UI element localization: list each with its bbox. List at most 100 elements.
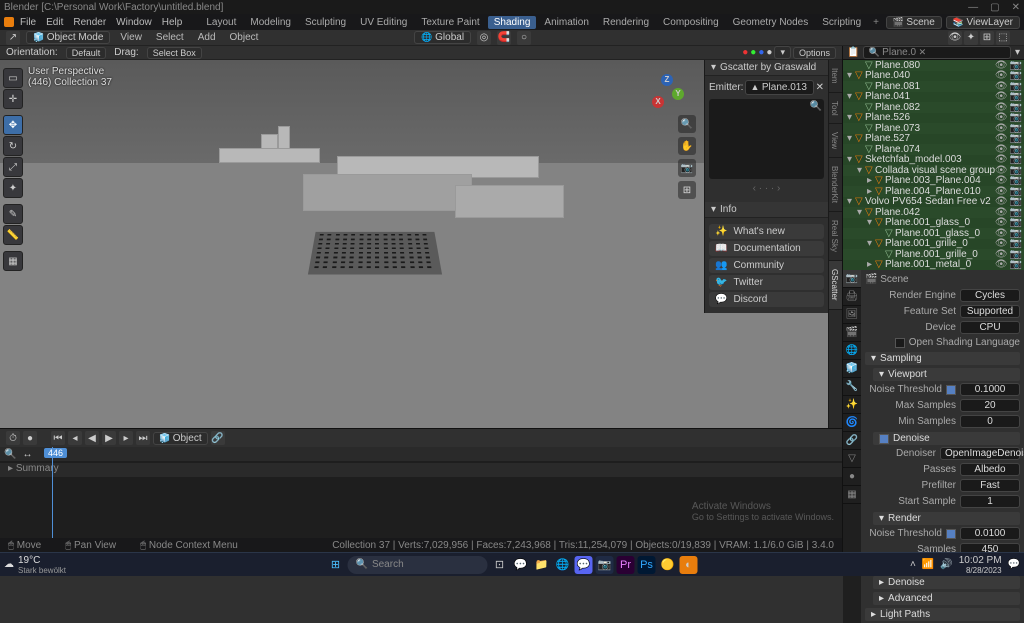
r-noise[interactable]: 0.0100 (960, 527, 1020, 540)
outliner-row[interactable]: ▽Plane.073👁📷 (843, 123, 1024, 134)
link-whatsnew[interactable]: ✨What's new (709, 224, 824, 239)
measure-tool[interactable]: 📏 (3, 225, 23, 245)
menu-select[interactable]: Select (152, 32, 188, 43)
3d-viewport[interactable]: ▭ ✛ ✥ ↻ ⤢ ✦ ✎ 📏 ▦ User Perspective (446)… (0, 60, 842, 428)
outliner-row[interactable]: ▽Plane.001_grille_0👁📷 (843, 249, 1024, 260)
key-next-icon[interactable]: ▸ (119, 431, 133, 445)
ptab-output[interactable]: 🖨 (843, 288, 861, 306)
section-denoise[interactable]: Denoise (873, 432, 1020, 445)
link-twitter[interactable]: 🐦Twitter (709, 275, 824, 290)
outliner-row[interactable]: ▾▽Volvo PV654 Sedan Free v2👁📷 (843, 197, 1024, 208)
move-tool[interactable]: ✥ (3, 115, 23, 135)
taskbar-search[interactable]: 🔍Search (348, 556, 488, 574)
outliner-row[interactable]: ▽Plane.081👁📷 (843, 81, 1024, 92)
ws-compositing[interactable]: Compositing (657, 16, 725, 29)
rotate-tool[interactable]: ↻ (3, 136, 23, 156)
section-sampling[interactable]: ▾ Sampling (865, 352, 1020, 365)
timeline-editor-icon[interactable]: ⏱ (6, 431, 20, 445)
ptab-world[interactable]: 🌐 (843, 342, 861, 360)
taskview-icon[interactable]: ⊡ (491, 556, 509, 574)
ptab-object[interactable]: 🧊 (843, 360, 861, 378)
pivot-icon[interactable]: ◎ (477, 31, 491, 45)
outliner-row[interactable]: ▾▽Plane.040👁📷 (843, 71, 1024, 82)
wifi-icon[interactable]: 📶 (922, 559, 934, 570)
ws-scripting[interactable]: Scripting (816, 16, 867, 29)
viz-icon[interactable]: 👁 (948, 31, 962, 45)
gizmo-icon[interactable]: ✦ (964, 31, 978, 45)
outliner-row[interactable]: ▾▽Plane.001_glass_0👁📷 (843, 218, 1024, 229)
outliner-row[interactable]: ▾▽Collada visual scene group.001👁📷 (843, 165, 1024, 176)
play-rev-icon[interactable]: ◀ (85, 431, 99, 445)
maximize-icon[interactable]: ▢ (990, 2, 999, 13)
passes[interactable]: Albedo (960, 463, 1020, 476)
cursor-icon[interactable]: ↗ (6, 31, 20, 45)
outliner-row[interactable]: ▽Plane.082👁📷 (843, 102, 1024, 113)
menu-render[interactable]: Render (69, 17, 110, 28)
widgets-icon[interactable]: 💬 (512, 556, 530, 574)
mode-dropdown[interactable]: 🧊 Object Mode (26, 31, 110, 44)
ptab-viewlayer[interactable]: 🖼 (843, 306, 861, 324)
overlay-icon[interactable]: ⊞ (980, 31, 994, 45)
link-docs[interactable]: 📖Documentation (709, 241, 824, 256)
key-prev-icon[interactable]: ◂ (68, 431, 82, 445)
emitter-clear-icon[interactable]: ✕ (816, 82, 824, 93)
menu-view[interactable]: View (116, 32, 146, 43)
ws-rendering[interactable]: Rendering (597, 16, 655, 29)
outliner-row[interactable]: ▸▽Plane.003_Plane.004👁📷 (843, 176, 1024, 187)
tl-autokey-icon[interactable]: ● (23, 431, 37, 445)
tab-realsky[interactable]: Real Sky (829, 212, 842, 261)
jump-start-icon[interactable]: ⏮ (51, 431, 65, 445)
section-denoise2[interactable]: ▸ Denoise (873, 576, 1020, 589)
ptab-scene[interactable]: 🎬 (843, 324, 861, 342)
orientation-dropdown[interactable]: 🌐 Global (414, 31, 471, 44)
section-viewport[interactable]: ▾ Viewport (873, 368, 1020, 381)
min-samples[interactable]: 0 (960, 415, 1020, 428)
filter-icon[interactable]: ▾ (1015, 47, 1020, 58)
menu-add[interactable]: Add (194, 32, 220, 43)
start-sample[interactable]: 1 (960, 495, 1020, 508)
options-dropdown[interactable]: Options (793, 47, 836, 59)
xray-icon[interactable]: ⬚ (996, 31, 1010, 45)
select-tool[interactable]: ▭ (3, 68, 23, 88)
magnify-icon[interactable]: 🔍 (810, 101, 822, 112)
search-icon[interactable]: 🔍 (4, 449, 16, 460)
outliner-search[interactable]: 🔍 Plane.0 ✕ (863, 46, 1011, 59)
premiere-icon[interactable]: Pr (617, 556, 635, 574)
scene-dropdown[interactable]: 🎬 Scene (886, 16, 942, 29)
device-select[interactable]: CPU (960, 321, 1020, 334)
outliner-row[interactable]: ▾▽Plane.527👁📷 (843, 134, 1024, 145)
outliner-row[interactable]: ▾▽Sketchfab_model.003👁📷 (843, 155, 1024, 166)
start-icon[interactable]: ⊞ (327, 556, 345, 574)
ws-modeling[interactable]: Modeling (244, 16, 297, 29)
play-icon[interactable]: ▶ (102, 431, 116, 445)
outliner-tree[interactable]: ▽Plane.080👁📷▾▽Plane.040👁📷▽Plane.081👁📷▾▽P… (843, 60, 1024, 270)
tab-item[interactable]: Item (829, 60, 842, 93)
emitter-dropdown[interactable]: ▲ Plane.013 (745, 80, 813, 95)
viewlayer-dropdown[interactable]: 📚 ViewLayer (946, 16, 1020, 29)
outliner-row[interactable]: ▾▽Plane.526👁📷 (843, 113, 1024, 124)
outliner-editor-icon[interactable]: 📋 (847, 47, 859, 58)
ws-animation[interactable]: Animation (538, 16, 594, 29)
max-samples[interactable]: 20 (960, 399, 1020, 412)
blender-icon[interactable]: ◐ (680, 556, 698, 574)
ws-geonodes[interactable]: Geometry Nodes (727, 16, 815, 29)
outliner-row[interactable]: ▾▽Plane.001_grille_0👁📷 (843, 239, 1024, 250)
photoshop-icon[interactable]: Ps (638, 556, 656, 574)
filter-icon[interactable]: ▾ (774, 46, 791, 59)
ptab-modifier[interactable]: 🔧 (843, 378, 861, 396)
tab-blenderkit[interactable]: BlenderKit (829, 158, 842, 212)
outliner-row[interactable]: ▸▽Plane.001_metal_0👁📷 (843, 260, 1024, 271)
tl-mode[interactable]: 🧊 Object (153, 432, 208, 445)
weather-widget[interactable]: ☁ 19°CStark bewölkt (4, 555, 66, 575)
outliner-row[interactable]: ▸▽Plane.004_Plane.010👁📷 (843, 186, 1024, 197)
tab-view[interactable]: View (829, 124, 842, 158)
ws-sculpting[interactable]: Sculpting (299, 16, 352, 29)
explorer-icon[interactable]: 📁 (533, 556, 551, 574)
ptab-texture[interactable]: ▦ (843, 486, 861, 504)
menu-object[interactable]: Object (226, 32, 263, 43)
addcube-tool[interactable]: ▦ (3, 251, 23, 271)
ws-texpaint[interactable]: Texture Paint (415, 16, 485, 29)
denoiser[interactable]: OpenImageDenoise (940, 447, 1020, 460)
info-header[interactable]: Info (720, 204, 737, 215)
prefilter[interactable]: Fast (960, 479, 1020, 492)
